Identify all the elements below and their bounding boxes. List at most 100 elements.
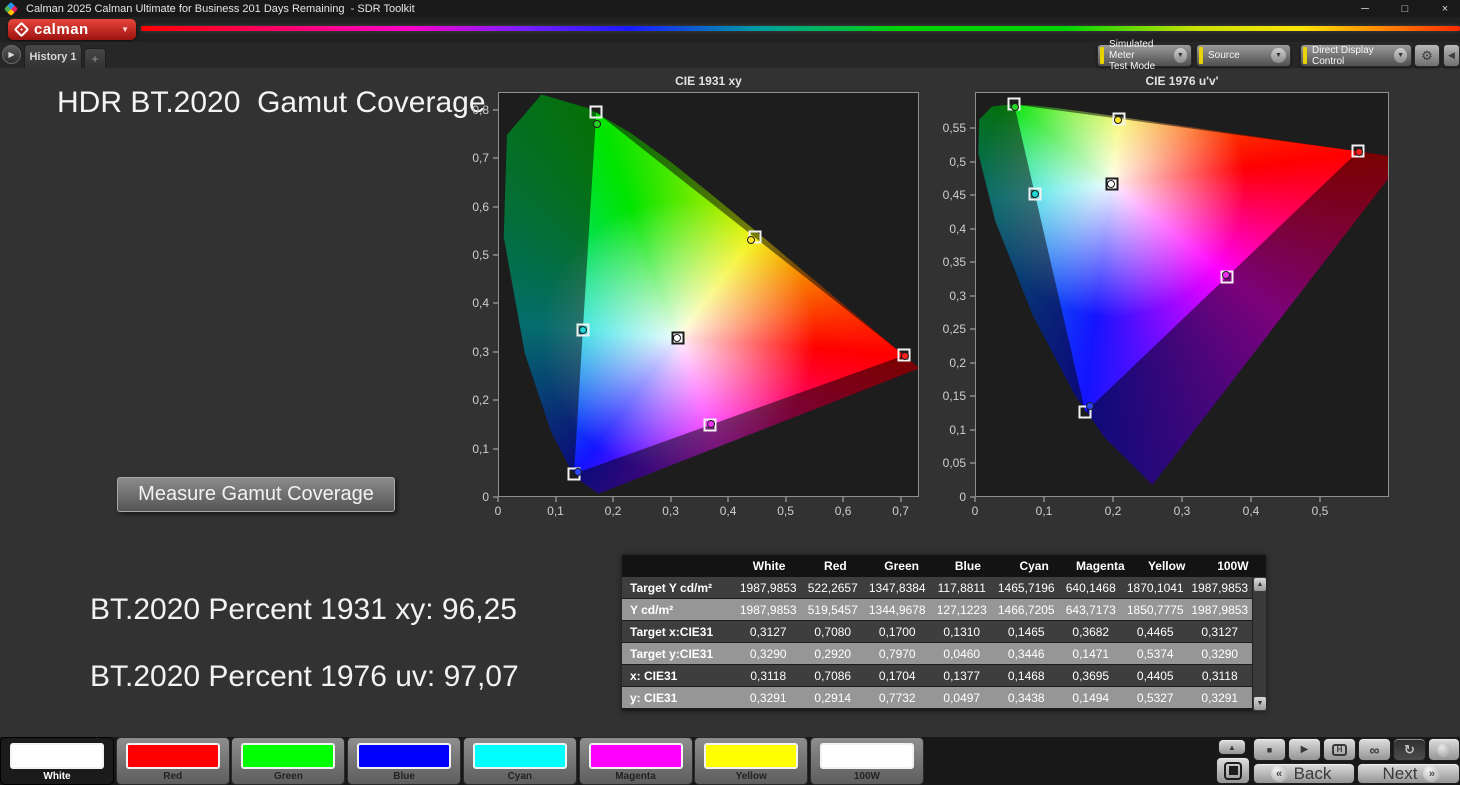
chart-title: CIE 1976 u'v' bbox=[975, 74, 1389, 88]
swatch-color-chip bbox=[126, 743, 220, 769]
result-1931-xy: BT.2020 Percent 1931 xy: 96,25 bbox=[90, 593, 517, 627]
display-control-dropdown[interactable]: Direct Display Control ▼ bbox=[1300, 44, 1412, 67]
chart-plot-area bbox=[498, 92, 919, 497]
chevron-right-badge-icon: » bbox=[1423, 765, 1440, 782]
y-axis-tick bbox=[493, 497, 498, 498]
column-header-cyan: Cyan bbox=[1001, 559, 1067, 573]
table-row: x: CIE310,31180,70860,17040,13770,14680,… bbox=[622, 665, 1252, 686]
status-led-button[interactable] bbox=[1428, 738, 1460, 761]
swatch-label: Green bbox=[232, 771, 344, 782]
column-header-100w: 100W bbox=[1200, 559, 1266, 573]
x-axis-tick bbox=[670, 497, 671, 502]
table-row: Target x:CIE310,31270,70800,17000,13100,… bbox=[622, 621, 1252, 642]
pattern-swatch-yellow[interactable]: Yellow bbox=[694, 737, 808, 785]
stop-button[interactable]: ■ bbox=[1253, 738, 1286, 761]
y-axis-tick-label: 0,5 bbox=[922, 155, 966, 169]
page-title: HDR BT.2020 Gamut Coverage bbox=[57, 86, 486, 120]
x-axis-tick bbox=[498, 497, 499, 502]
refresh-loop-icon: ↻ bbox=[1404, 742, 1415, 758]
measure-gamut-coverage-button[interactable]: Measure Gamut Coverage bbox=[117, 477, 395, 512]
swatch-label: Red bbox=[117, 771, 229, 782]
minimize-button[interactable]: ─ bbox=[1356, 3, 1374, 15]
status-accent bbox=[1100, 47, 1104, 64]
scroll-up-button[interactable]: ▲ bbox=[1254, 578, 1266, 591]
x-axis-tick-label: 0 bbox=[495, 504, 502, 518]
y-axis-tick-label: 0,05 bbox=[922, 456, 966, 470]
green-measured-marker bbox=[593, 120, 601, 128]
source-dropdown[interactable]: Source ▼ bbox=[1196, 44, 1291, 67]
pattern-swatch-blue[interactable]: Blue bbox=[347, 737, 461, 785]
chevron-left-badge-icon: « bbox=[1271, 765, 1288, 782]
next-button[interactable]: Next » bbox=[1357, 763, 1460, 784]
status-accent bbox=[1199, 47, 1203, 64]
continuous-measure-button[interactable]: ∞ bbox=[1358, 738, 1391, 761]
app-icon bbox=[4, 1, 18, 15]
close-button[interactable]: × bbox=[1436, 3, 1454, 15]
marker-layer bbox=[499, 93, 918, 496]
y-axis-tick bbox=[970, 463, 975, 464]
pattern-swatch-red[interactable]: Red bbox=[116, 737, 230, 785]
swatch-label: Yellow bbox=[695, 771, 807, 782]
table-cell: 0,1468 bbox=[994, 669, 1059, 683]
back-label: Back bbox=[1294, 764, 1332, 784]
swatch-color-chip bbox=[357, 743, 451, 769]
pattern-swatch-white[interactable]: White bbox=[0, 737, 114, 785]
column-header-white: White bbox=[736, 559, 802, 573]
table-cell: 0,4405 bbox=[1123, 669, 1188, 683]
table-cell: 0,5374 bbox=[1123, 647, 1188, 661]
pattern-window-button[interactable] bbox=[1216, 757, 1250, 784]
yellow-measured-marker bbox=[1114, 116, 1122, 124]
x-axis-tick-label: 0,4 bbox=[1243, 504, 1260, 518]
y-axis-tick bbox=[970, 262, 975, 263]
result-1976-uv: BT.2020 Percent 1976 uv: 97,07 bbox=[90, 660, 519, 694]
swatch-color-chip bbox=[704, 743, 798, 769]
y-axis-tick bbox=[970, 295, 975, 296]
pattern-swatch-magenta[interactable]: Magenta bbox=[579, 737, 693, 785]
tab-label: History 1 bbox=[29, 51, 76, 63]
table-header-row: WhiteRedGreenBlueCyanMagentaYellow100W bbox=[622, 555, 1266, 577]
table-cell: 1987,9853 bbox=[1188, 581, 1253, 595]
pattern-swatch-green[interactable]: Green bbox=[231, 737, 345, 785]
chevron-down-icon: ▼ bbox=[1174, 48, 1187, 63]
pattern-swatch-100w[interactable]: 100W bbox=[810, 737, 924, 785]
table-scrollbar[interactable]: ▲ ▼ bbox=[1252, 577, 1266, 711]
red-measured-marker bbox=[1355, 148, 1363, 156]
table-cell: 522,2657 bbox=[801, 581, 866, 595]
settings-button[interactable]: ⚙ bbox=[1414, 44, 1440, 67]
chevron-down-icon: ▼ bbox=[1271, 48, 1286, 63]
table-cell: 0,1704 bbox=[865, 669, 930, 683]
eject-button[interactable]: ▲ bbox=[1218, 739, 1246, 755]
workspace-nav-button[interactable]: ▶ bbox=[2, 45, 21, 64]
collapse-panel-button[interactable]: ◀ bbox=[1443, 44, 1460, 67]
row-label: x: CIE31 bbox=[622, 669, 736, 683]
source-dropdown-label: Source bbox=[1208, 50, 1240, 61]
loop-button[interactable]: ↻ bbox=[1393, 738, 1426, 761]
add-tab-button[interactable]: + bbox=[84, 48, 106, 68]
next-label: Next bbox=[1383, 764, 1418, 784]
chart-title: CIE 1931 xy bbox=[498, 74, 919, 88]
plus-icon: + bbox=[91, 52, 98, 66]
x-axis-tick-label: 0,1 bbox=[547, 504, 564, 518]
scroll-down-button[interactable]: ▼ bbox=[1254, 697, 1266, 710]
calman-logo-icon bbox=[14, 22, 30, 38]
x-axis-tick bbox=[1043, 497, 1044, 502]
pattern-swatch-cyan[interactable]: Cyan bbox=[463, 737, 577, 785]
status-accent bbox=[1303, 47, 1307, 64]
y-axis-tick bbox=[970, 497, 975, 498]
back-button[interactable]: « Back bbox=[1253, 763, 1355, 784]
circle-led-icon bbox=[1437, 743, 1451, 757]
table-cell: 0,3695 bbox=[1059, 669, 1124, 683]
swatch-label: Cyan bbox=[464, 771, 576, 782]
magenta-measured-marker bbox=[1222, 271, 1230, 279]
maximize-button[interactable]: □ bbox=[1396, 3, 1414, 15]
window-title: Calman 2025 Calman Ultimate for Business… bbox=[26, 3, 415, 15]
y-axis-tick-label: 0,5 bbox=[445, 248, 489, 262]
table-cell: 0,7732 bbox=[865, 691, 930, 705]
meter-dropdown[interactable]: Simulated Meter Test Mode ▼ bbox=[1097, 44, 1192, 67]
pattern-frame-button[interactable]: H bbox=[1323, 738, 1356, 761]
tab-history-1[interactable]: History 1 bbox=[24, 44, 82, 68]
x-axis-tick bbox=[613, 497, 614, 502]
play-button[interactable]: ▶ bbox=[1288, 738, 1321, 761]
marker-layer bbox=[976, 93, 1388, 496]
calman-menu-button[interactable]: calman ▼ bbox=[8, 19, 136, 40]
